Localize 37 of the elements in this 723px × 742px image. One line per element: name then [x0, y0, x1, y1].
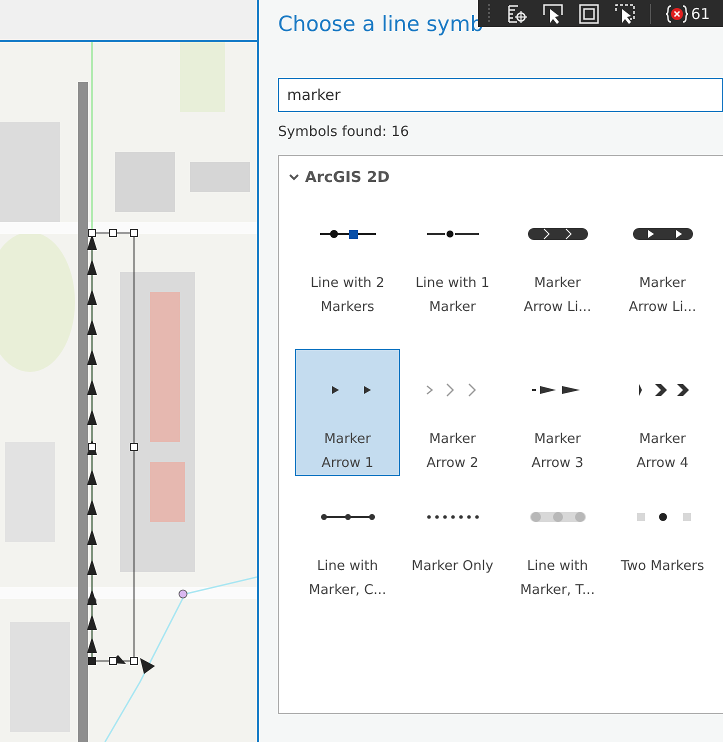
symbol-name: Marker Arrow 4	[636, 430, 690, 473]
search-field[interactable]: marker	[278, 78, 723, 112]
cursor-icon[interactable]	[542, 2, 564, 24]
symbol-name: Line with Marker, T...	[519, 557, 596, 600]
error-icon[interactable]	[665, 4, 689, 24]
symbol-tile[interactable]: Marker Arrow Li...	[610, 193, 715, 349]
line-sketch-drawing[interactable]	[87, 42, 155, 674]
symbol-name: Line with 2 Markers	[310, 274, 386, 317]
symbol-tile[interactable]: Line with 2 Markers	[295, 193, 400, 349]
symbol-tile[interactable]: Line with Marker, C...	[295, 476, 400, 603]
symbol-name: Line with Marker, C...	[308, 557, 388, 600]
square-icon[interactable]	[578, 2, 600, 24]
group-header[interactable]: ArcGIS 2D	[287, 168, 390, 186]
symbol-tile[interactable]: Two Markers	[610, 476, 715, 603]
line-symbol-icon	[424, 514, 480, 520]
symbol-name: Marker Arrow 2	[426, 430, 480, 473]
symbol-name: Marker Arrow 3	[530, 430, 584, 473]
symbol-tile[interactable]: Line with 1 Marker	[400, 193, 505, 349]
symbol-name: Line with 1 Marker	[414, 274, 490, 317]
symbol-tile[interactable]: Marker Arrow 4	[610, 349, 715, 476]
error-count: 61	[691, 4, 710, 22]
results-count: Symbols found: 16	[278, 124, 410, 142]
grip-icon[interactable]	[486, 2, 492, 24]
symbol-name: Marker Only	[410, 557, 494, 576]
symbol-tile[interactable]: Marker Arrow 1	[295, 349, 400, 476]
target-icon[interactable]	[506, 2, 528, 24]
symbol-tile[interactable]: Line with Marker, T...	[505, 476, 610, 603]
symbol-name: Marker Arrow Li...	[522, 274, 592, 317]
symbol-name: Two Markers	[620, 557, 706, 576]
symbol-tile[interactable]: Marker Arrow 3	[505, 349, 610, 476]
symbol-tile[interactable]: Marker Arrow Li...	[505, 193, 610, 349]
chevron-icon	[289, 172, 299, 182]
symbol-tile[interactable]: Marker Arrow 2	[400, 349, 505, 476]
symbol-tile[interactable]: Marker Only	[400, 476, 505, 603]
cursor-icon[interactable]	[614, 2, 636, 24]
symbol-name: Marker Arrow 1	[320, 430, 374, 473]
symbol-name: Marker Arrow Li...	[628, 274, 698, 317]
